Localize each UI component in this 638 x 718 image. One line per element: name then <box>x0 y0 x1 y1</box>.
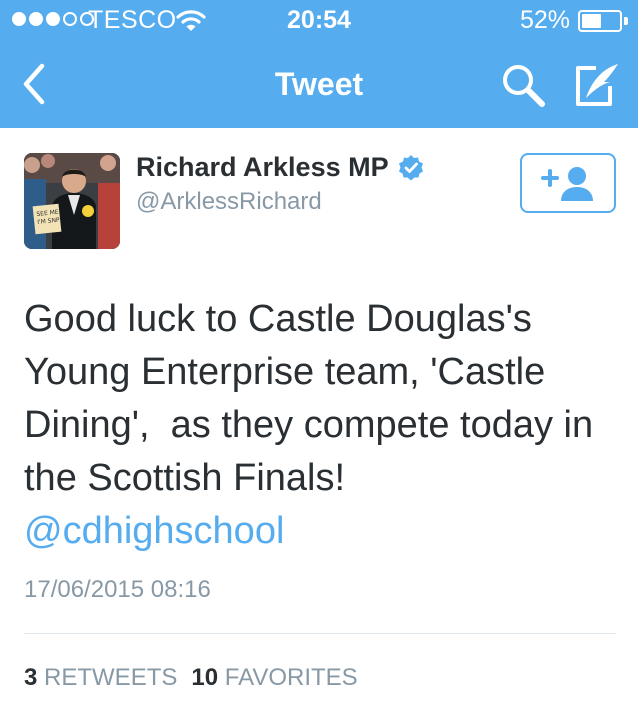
divider <box>24 633 616 634</box>
favorites-label: FAVORITES <box>224 664 358 691</box>
author-name-line: Richard Arkless MP <box>136 152 425 183</box>
tweet-text: Good luck to Castle Douglas's Young Ente… <box>24 293 624 558</box>
battery-tip <box>624 17 628 25</box>
battery-icon <box>578 10 622 32</box>
tweet-text-line: Dining', as they compete today in <box>24 404 594 446</box>
verified-badge-icon <box>398 154 423 180</box>
favorites-count: 10 <box>191 664 219 691</box>
follow-button[interactable] <box>520 153 616 213</box>
search-icon[interactable] <box>500 62 546 108</box>
battery-percent: 52% <box>520 6 571 34</box>
retweets-stat[interactable]: 3 RETWEETS <box>24 664 177 692</box>
navigation-bar: Tweet <box>0 40 638 128</box>
tweet-text-line: Young Enterprise team, 'Castle <box>24 351 546 393</box>
author-avatar[interactable]: SEE ME I'M SNP <box>24 153 120 249</box>
author-name[interactable]: Richard Arkless MP <box>136 152 389 183</box>
retweets-count: 3 <box>24 664 38 691</box>
tweet-stats: 3 RETWEETS 10 FAVORITES <box>24 664 358 692</box>
avatar-image: SEE ME I'M SNP <box>24 153 120 249</box>
app-header: TESCO 20:54 52% Tweet <box>0 0 638 128</box>
retweets-label: RETWEETS <box>44 664 178 691</box>
battery-level-fill <box>582 14 601 28</box>
tweet-text-line: the Scottish Finals! <box>24 457 346 499</box>
favorites-stat[interactable]: 10 FAVORITES <box>191 664 357 692</box>
mention-link[interactable]: @cdhighschool <box>24 505 624 558</box>
status-bar: TESCO 20:54 52% <box>0 0 638 40</box>
compose-tweet-icon[interactable] <box>572 60 622 110</box>
author-handle[interactable]: @ArklessRichard <box>136 188 322 216</box>
add-user-icon <box>541 167 593 201</box>
tweet-timestamp: 17/06/2015 08:16 <box>24 576 211 603</box>
tweet-text-line: Good luck to Castle Douglas's <box>24 298 532 340</box>
